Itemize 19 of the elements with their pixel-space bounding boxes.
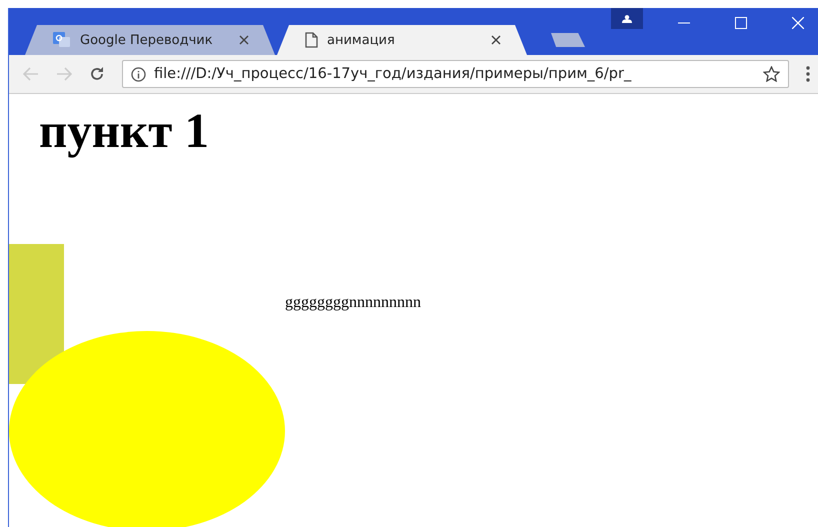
- person-icon: [622, 14, 632, 22]
- info-icon: [131, 66, 146, 82]
- close-icon[interactable]: [491, 35, 501, 45]
- tab-title: Google Переводчик: [80, 32, 214, 48]
- url-text: file:///D:/Уч_процесс/16-17уч_год/издания/примеры/прим_6/pr_: [154, 66, 632, 82]
- star-icon[interactable]: [763, 66, 780, 82]
- translate-icon: [53, 32, 71, 48]
- maximize-icon[interactable]: [735, 17, 747, 29]
- document-icon: [305, 32, 318, 48]
- profile-button[interactable]: [611, 8, 643, 29]
- menu-icon[interactable]: [806, 66, 810, 82]
- new-tab-button[interactable]: [551, 33, 585, 47]
- tab-title: анимация: [327, 32, 396, 48]
- reload-icon[interactable]: [89, 66, 105, 82]
- address-bar[interactable]: file:///D:/Уч_процесс/16-17уч_год/издания/примеры/прим_6/pr_: [122, 60, 789, 88]
- browser-tab[interactable]: Google Переводчик: [25, 25, 275, 55]
- page-text: ggggggggnnnnnnnnn: [285, 294, 421, 312]
- browser-tab[interactable]: анимация: [277, 25, 527, 55]
- close-icon[interactable]: [239, 35, 249, 45]
